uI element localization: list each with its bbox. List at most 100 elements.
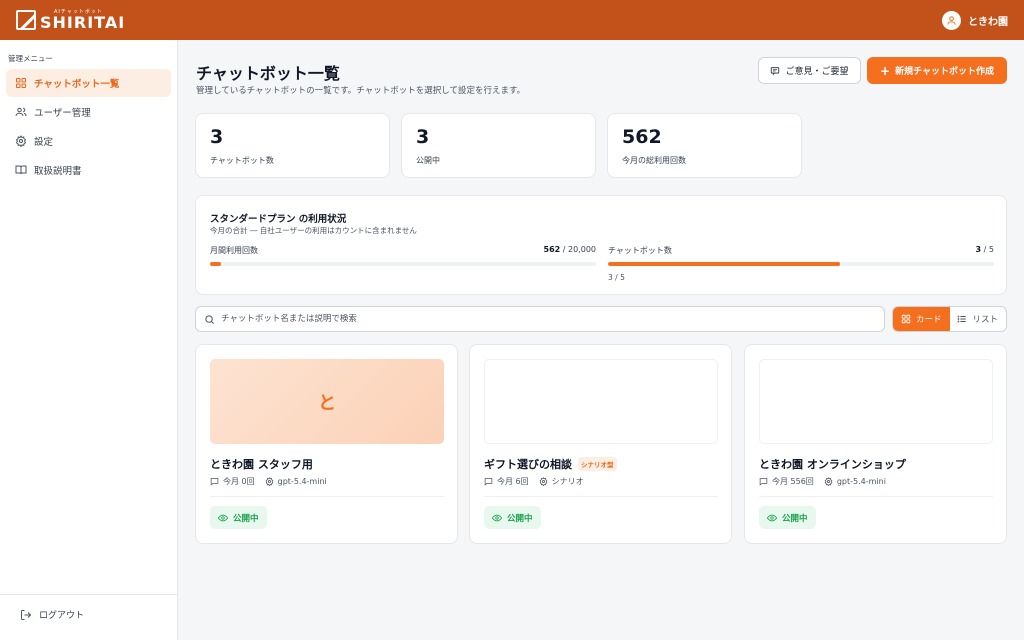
chatbot-count-meter: チャットボット数 3 / 5 3 / 5 <box>608 245 994 282</box>
page-subtitle: 管理しているチャットボットの一覧です。チャットボットを選択して設定を行えます。 <box>196 86 526 96</box>
eye-icon <box>218 514 228 521</box>
create-chatbot-button[interactable]: + 新規チャットボット作成 <box>867 57 1007 84</box>
chatbot-card[interactable]: ときわ園 オンラインショップ 今月 556回 gpt-5.4-mini 公開中 <box>744 344 1007 544</box>
status-label: 公開中 <box>782 513 808 524</box>
chatbot-meta: 今月 0回 gpt-5.4-mini <box>210 476 327 487</box>
grid-icon <box>901 314 911 324</box>
logout-label: ログアウト <box>39 611 85 621</box>
user-icon <box>947 15 956 25</box>
cpu-icon <box>265 477 274 486</box>
chatbot-card[interactable]: と ときわ園 スタッフ用 今月 0回 gpt-5.4-mini 公開中 <box>195 344 458 544</box>
stat-value: 562 <box>622 126 662 148</box>
meter-label: チャットボット数 <box>608 246 672 255</box>
card-divider <box>759 496 993 497</box>
stat-card-published: 3 公開中 <box>401 113 596 178</box>
page-title: チャットボット一覧 <box>196 64 340 83</box>
sidebar-item-label: 取扱説明書 <box>34 166 82 177</box>
logout-button[interactable]: ログアウト <box>20 608 84 621</box>
model-name: シナリオ <box>551 477 584 486</box>
sidebar-item-chatbot-list[interactable]: チャットボット一覧 <box>6 69 171 97</box>
list-icon <box>958 315 967 323</box>
card-divider <box>210 496 444 497</box>
logo-icon <box>16 10 36 30</box>
stat-card-chatbots: 3 チャットボット数 <box>195 113 390 178</box>
stat-card-monthly-usage: 562 今月の総利用回数 <box>607 113 802 178</box>
chatbot-thumbnail <box>484 359 718 444</box>
thumbnail-initial: と <box>318 392 336 414</box>
sidebar-item-manual[interactable]: 取扱説明書 <box>6 156 171 184</box>
chatbot-thumbnail: と <box>210 359 444 444</box>
stat-value: 3 <box>210 126 224 148</box>
sidebar: 管理メニュー チャットボット一覧 ユーザー管理 設定 取扱説明書 ログアウト <box>0 40 178 640</box>
feedback-label: ご意見・ご要望 <box>785 67 849 77</box>
stat-label: 今月の総利用回数 <box>622 156 686 165</box>
chatbot-thumbnail <box>759 359 993 444</box>
logout-icon <box>21 609 32 620</box>
chatbot-name: ギフト選びの相談 <box>484 458 572 471</box>
usage-subtitle: 今月の合計 ― 自社ユーザーの利用はカウントに含まれません <box>210 226 417 235</box>
sidebar-item-label: ユーザー管理 <box>34 108 91 119</box>
sidebar-item-settings[interactable]: 設定 <box>6 127 171 155</box>
book-icon <box>15 165 27 175</box>
plan-usage-panel: スタンダードプラン の利用状況 今月の合計 ― 自社ユーザーの利用はカウントに含… <box>195 195 1007 295</box>
view-toggle: カード リスト <box>892 306 1007 332</box>
message-icon <box>771 66 780 75</box>
meter-fill <box>210 262 221 266</box>
sidebar-item-label: チャットボット一覧 <box>34 79 120 90</box>
scenario-badge: シナリオ型 <box>578 457 617 471</box>
meter-fill <box>608 262 840 266</box>
search-input[interactable] <box>221 314 861 324</box>
feedback-button[interactable]: ご意見・ご要望 <box>758 57 861 84</box>
chat-bubble-icon <box>759 478 768 486</box>
chat-bubble-icon <box>210 478 219 486</box>
chatbot-title: ときわ園 オンラインショップ <box>759 456 906 472</box>
meter-track <box>210 262 596 266</box>
users-icon <box>15 107 27 117</box>
chatbot-name: ときわ園 スタッフ用 <box>210 458 313 471</box>
search-box[interactable] <box>195 306 885 332</box>
card-view-button[interactable]: カード <box>893 307 950 331</box>
sidebar-item-users[interactable]: ユーザー管理 <box>6 98 171 126</box>
grid-icon <box>16 78 26 88</box>
meter-value: 562 / 20,000 <box>543 245 596 254</box>
model-name: gpt-5.4-mini <box>277 477 327 486</box>
list-view-button[interactable]: リスト <box>950 307 1007 331</box>
user-name: ときわ園 <box>968 16 1008 28</box>
chatbot-card[interactable]: ギフト選びの相談 シナリオ型 今月 6回 シナリオ 公開中 <box>469 344 732 544</box>
meter-value: 3 / 5 <box>975 245 994 254</box>
gear-icon <box>15 135 27 147</box>
status-badge: 公開中 <box>210 506 267 529</box>
monthly-usage-meter: 月間利用回数 562 / 20,000 <box>210 245 596 266</box>
stat-label: チャットボット数 <box>210 156 274 165</box>
status-badge: 公開中 <box>484 506 541 529</box>
top-bar: AIチャットボット SHIRITAI ときわ園 <box>0 0 1024 40</box>
model-name: gpt-5.4-mini <box>836 477 886 486</box>
eye-icon <box>767 514 777 521</box>
eye-icon <box>492 514 502 521</box>
chatbot-title: ときわ園 スタッフ用 <box>210 456 313 472</box>
sidebar-title: 管理メニュー <box>8 54 53 63</box>
status-label: 公開中 <box>233 513 259 524</box>
chatbot-meta: 今月 556回 gpt-5.4-mini <box>759 476 886 487</box>
chatbot-name: ときわ園 オンラインショップ <box>759 458 906 471</box>
chatbot-meta: 今月 6回 シナリオ <box>484 476 584 487</box>
usage-title: スタンダードプラン の利用状況 <box>210 214 347 225</box>
cpu-icon <box>824 477 833 486</box>
search-icon <box>205 314 214 324</box>
sidebar-divider <box>0 594 178 595</box>
logo[interactable]: AIチャットボット SHIRITAI <box>16 9 126 32</box>
card-divider <box>484 496 718 497</box>
chatbot-title: ギフト選びの相談 シナリオ型 <box>484 456 617 472</box>
cpu-icon <box>539 477 548 486</box>
plus-icon: + <box>880 63 891 78</box>
user-menu[interactable]: ときわ園 <box>942 10 1008 30</box>
avatar <box>942 10 961 30</box>
logo-title: SHIRITAI <box>40 12 126 32</box>
stat-label: 公開中 <box>416 156 440 165</box>
usage-count: 今月 0回 <box>223 477 255 486</box>
card-view-label: カード <box>915 315 942 325</box>
status-badge: 公開中 <box>759 506 816 529</box>
sidebar-item-label: 設定 <box>34 137 54 148</box>
chat-bubble-icon <box>484 478 493 486</box>
meter-track <box>608 262 994 266</box>
